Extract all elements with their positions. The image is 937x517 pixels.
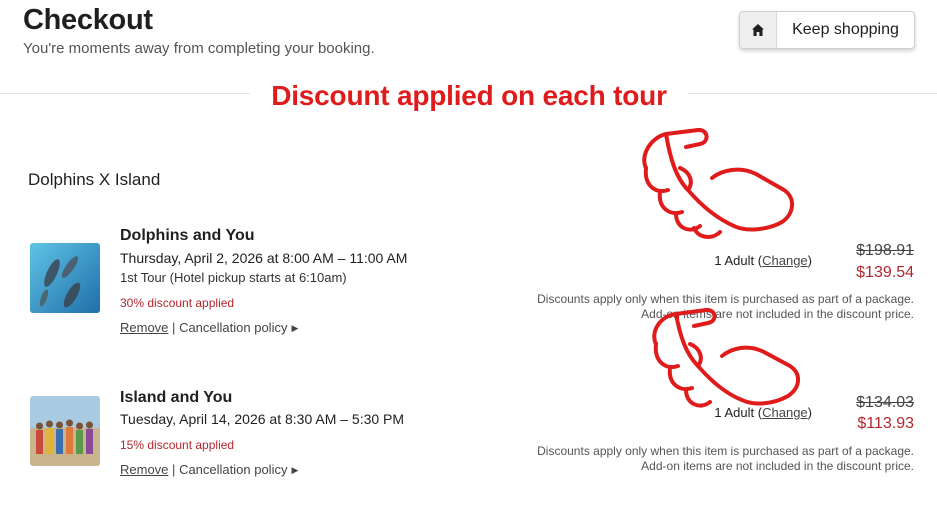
tour-date: Tuesday, April 14, 2026 at 8:30 AM – 5:3… bbox=[120, 411, 405, 427]
discount-disclaimer: Discounts apply only when this item is p… bbox=[494, 444, 914, 474]
cancellation-policy-link[interactable]: Cancellation policy ▶ bbox=[179, 320, 298, 335]
page-subtitle: You're moments away from completing your… bbox=[23, 40, 375, 57]
discounted-price: $139.54 bbox=[856, 264, 914, 281]
remove-link[interactable]: Remove bbox=[120, 320, 168, 335]
tour-discount-label: 30% discount applied bbox=[120, 296, 235, 310]
tour-date: Thursday, April 2, 2026 at 8:00 AM – 11:… bbox=[120, 250, 408, 266]
disclaimer-line: Add-on items are not included in the dis… bbox=[641, 459, 914, 473]
original-price: $134.03 bbox=[856, 394, 914, 411]
disclaimer-line: Discounts apply only when this item is p… bbox=[537, 444, 914, 458]
quantity-value: 1 Adult bbox=[714, 253, 755, 268]
tour-title: Dolphins and You bbox=[120, 227, 255, 244]
pointing-hand-icon bbox=[642, 128, 794, 239]
discounted-price: $113.93 bbox=[857, 415, 914, 432]
change-quantity-link[interactable]: Change bbox=[762, 253, 808, 268]
cancellation-policy-label: Cancellation policy bbox=[179, 462, 288, 477]
page-title: Checkout bbox=[23, 4, 153, 36]
cancellation-policy-link[interactable]: Cancellation policy ▶ bbox=[179, 462, 298, 477]
tour-thumbnail-dolphins bbox=[30, 243, 100, 313]
tour-links: Remove | Cancellation policy ▶ bbox=[120, 320, 298, 335]
tour-note: 1st Tour (Hotel pickup starts at 6:10am) bbox=[120, 270, 347, 285]
keep-shopping-label: Keep shopping bbox=[792, 21, 899, 38]
cancellation-policy-label: Cancellation policy bbox=[179, 320, 288, 335]
link-separator: | bbox=[172, 320, 176, 335]
remove-link[interactable]: Remove bbox=[120, 462, 168, 477]
home-icon bbox=[740, 12, 777, 48]
tour-title: Island and You bbox=[120, 389, 233, 406]
discount-annotation-banner: Discount applied on each tour bbox=[250, 80, 688, 112]
caret-right-icon: ▶ bbox=[291, 465, 299, 475]
tour-thumbnail-island bbox=[30, 396, 100, 466]
keep-shopping-button[interactable]: Keep shopping bbox=[739, 11, 915, 49]
tour-discount-label: 15% discount applied bbox=[120, 438, 235, 452]
original-price: $198.91 bbox=[856, 242, 914, 259]
package-name: Dolphins X Island bbox=[28, 170, 161, 189]
link-separator: | bbox=[172, 462, 176, 477]
caret-right-icon: ▶ bbox=[291, 323, 299, 333]
tour-links: Remove | Cancellation policy ▶ bbox=[120, 462, 298, 477]
disclaimer-line: Discounts apply only when this item is p… bbox=[537, 292, 914, 306]
tour-quantity: 1 Adult (Change) bbox=[714, 253, 812, 268]
pointing-hand-icon bbox=[652, 308, 800, 408]
